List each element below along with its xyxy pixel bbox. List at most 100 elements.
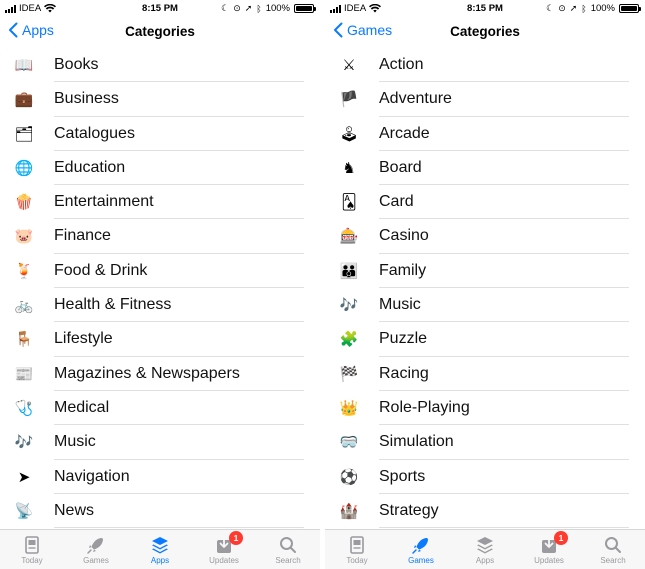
moon-icon: ☾	[546, 3, 555, 13]
battery-icon	[294, 4, 316, 13]
tab-label: Updates	[209, 556, 239, 565]
category-icon: 🏴	[339, 91, 359, 109]
category-row[interactable]: 🌐 Education	[0, 151, 320, 186]
row-separator	[379, 527, 629, 529]
category-row[interactable]: 💼 Business	[0, 82, 320, 117]
tab-updates[interactable]: 1 Updates	[192, 530, 256, 569]
category-icon: 💼	[14, 91, 34, 109]
category-row[interactable]: 🏴 Adventure	[325, 82, 645, 117]
category-icon: ⚽	[339, 468, 359, 486]
category-label: Catalogues	[54, 124, 135, 142]
category-row[interactable]: 🐷 Finance	[0, 219, 320, 254]
category-row[interactable]: ♞ Board	[325, 151, 645, 186]
category-label: Family	[379, 261, 427, 279]
category-label: Casino	[379, 227, 429, 245]
category-label: Music	[379, 296, 421, 314]
category-row[interactable]: 👑 Role-Playing	[325, 391, 645, 426]
category-row[interactable]: ➤ Navigation	[0, 460, 320, 494]
battery-percent: 100%	[590, 3, 615, 14]
tab-today[interactable]: Today	[325, 530, 389, 569]
category-icon: 🗂	[14, 125, 34, 143]
category-icon: ⚔	[342, 57, 356, 74]
category-icon: 🎶	[339, 297, 359, 315]
category-list: 📖 Books 💼 Business 🗂 Catalogues 🌐 Education 🍿 Ent…	[0, 48, 320, 529]
category-label: Finance	[54, 227, 111, 245]
status-right: ☾ ⊙ ➚ ᛒ 100%	[221, 3, 316, 14]
category-label: Music	[54, 433, 96, 451]
category-row[interactable]: 🗂 Catalogues	[0, 117, 320, 151]
category-row[interactable]: ⚽ Sports	[325, 460, 645, 494]
tab-today[interactable]: Today	[0, 530, 64, 569]
category-row[interactable]: 📰 Magazines & Newspapers	[0, 357, 320, 391]
category-row[interactable]: 🚲 Health & Fitness	[0, 288, 320, 323]
category-icon: 🥽	[339, 434, 359, 452]
tab-games[interactable]: Games	[64, 530, 128, 569]
category-label: Education	[54, 158, 126, 176]
category-row[interactable]: 📡 News	[0, 494, 320, 529]
category-icon: 👪	[339, 262, 359, 280]
category-row[interactable]: 🎰 Casino	[325, 219, 645, 254]
category-label: Strategy	[379, 501, 439, 519]
category-icon: 🏁	[339, 365, 359, 383]
category-icon: 🧩	[339, 331, 359, 349]
category-label: Medical	[54, 398, 110, 416]
category-row[interactable]: 🕹 Arcade	[325, 117, 645, 151]
category-row[interactable]: 👪 Family	[325, 254, 645, 289]
tab-label: Apps	[150, 556, 170, 565]
category-label: Arcade	[379, 124, 430, 142]
category-label: Board	[379, 158, 422, 176]
updates-badge: 1	[229, 531, 243, 545]
tab-label: Updates	[534, 556, 564, 565]
tab-label: Games	[408, 556, 434, 565]
category-icon: ♞	[342, 159, 356, 177]
category-icon: 🂡	[341, 194, 357, 212]
category-row[interactable]: 🎶 Music	[0, 425, 320, 460]
category-row[interactable]: ⚔ Action	[325, 48, 645, 83]
moon-icon: ☾	[221, 3, 230, 13]
category-label: Lifestyle	[54, 330, 113, 348]
category-label: Simulation	[379, 433, 454, 451]
category-label: Card	[379, 193, 414, 211]
category-row[interactable]: 🩺 Medical	[0, 391, 320, 426]
category-label: Health & Fitness	[54, 296, 172, 314]
updates-badge: 1	[554, 531, 568, 545]
category-icon: 🚲	[14, 297, 34, 315]
category-row[interactable]: 📖 Books	[0, 48, 320, 83]
category-label: Sports	[379, 467, 426, 485]
category-row[interactable]: 🍹 Food & Drink	[0, 254, 320, 289]
tab-games[interactable]: Games	[389, 530, 453, 569]
games-categories-screen: IDEA 8:15 PM ☾ ⊙ ➚ ᛒ 100% Games Categori…	[325, 0, 645, 569]
status-right: ☾ ⊙ ➚ ᛒ 100%	[546, 3, 641, 14]
apps-categories-screen: IDEA 8:15 PM ☾ ⊙ ➚ ᛒ 100% Apps Categorie…	[0, 0, 320, 569]
category-icon: 📡	[14, 502, 34, 520]
category-row[interactable]: 🍿 Entertainment	[0, 185, 320, 220]
tab-search[interactable]: Search	[581, 530, 645, 569]
layers-icon	[152, 537, 168, 554]
tab-label: Apps	[475, 556, 495, 565]
today-icon	[350, 536, 364, 554]
nav-bar: Games Categories	[325, 17, 645, 48]
category-row[interactable]: 🪑 Lifestyle	[0, 322, 320, 357]
category-icon: 🏰	[339, 502, 359, 520]
category-icon: 🍹	[14, 262, 34, 280]
category-row[interactable]: 🥽 Simulation	[325, 425, 645, 460]
search-icon	[280, 537, 296, 553]
category-row[interactable]: 🏁 Racing	[325, 357, 645, 391]
battery-percent: 100%	[265, 3, 290, 14]
tab-updates[interactable]: 1 Updates	[517, 530, 581, 569]
search-icon	[605, 537, 621, 553]
category-row[interactable]: 🂡 Card	[325, 185, 645, 220]
tab-apps[interactable]: Apps	[128, 530, 192, 569]
today-icon	[25, 536, 39, 554]
page-title: Categories	[450, 24, 520, 39]
battery-icon	[619, 4, 641, 13]
rocket-icon	[87, 538, 103, 554]
category-row[interactable]: 🧩 Puzzle	[325, 322, 645, 357]
bluetooth-icon: ᛒ	[581, 3, 587, 14]
rocket-icon	[412, 538, 428, 554]
category-row[interactable]: 🎶 Music	[325, 288, 645, 323]
tab-apps[interactable]: Apps	[453, 530, 517, 569]
tab-search[interactable]: Search	[256, 530, 320, 569]
category-row[interactable]: 🏰 Strategy	[325, 494, 645, 529]
page-title: Categories	[125, 24, 195, 39]
